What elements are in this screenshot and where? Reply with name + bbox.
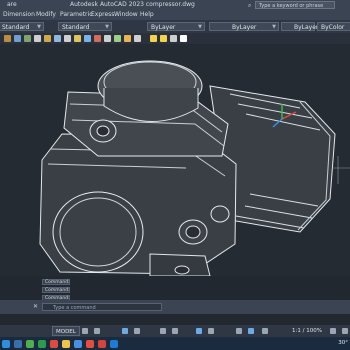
menu-item-modify[interactable]: Modify — [36, 10, 56, 20]
tool-icon[interactable] — [14, 35, 21, 42]
dim-style-value: Standard — [62, 24, 90, 31]
tools-toolbar — [0, 33, 350, 44]
search-input[interactable]: ⌕ Type a keyword or phrase — [248, 1, 335, 9]
tool-icon[interactable] — [84, 35, 91, 42]
osnap-icon[interactable] — [160, 328, 166, 334]
tool-icon[interactable] — [54, 35, 61, 42]
snap-icon[interactable] — [94, 328, 100, 334]
menu-item-help[interactable]: Help — [140, 10, 154, 20]
ortho-icon[interactable] — [122, 328, 128, 334]
lightbulb-icon[interactable] — [150, 35, 157, 42]
menu-item-dimension[interactable]: Dimension — [3, 10, 35, 20]
drawing-canvas[interactable] — [0, 44, 350, 277]
otrack-icon[interactable] — [172, 328, 178, 334]
lock-icon[interactable] — [170, 35, 177, 42]
text-style-value: Standard — [2, 24, 30, 31]
annotation-icon[interactable] — [262, 328, 268, 334]
window-title: Autodesk AutoCAD 2023 compressor.dwg — [70, 1, 195, 8]
app-icon[interactable] — [110, 340, 118, 348]
close-icon[interactable]: ✕ — [33, 303, 38, 310]
grid-icon[interactable] — [82, 328, 88, 334]
layer-dropdown[interactable]: ByLayer ▼ — [147, 22, 205, 31]
linetype-value: ByLayer — [294, 24, 319, 31]
chevron-down-icon: ▼ — [105, 24, 109, 30]
weather-temp[interactable]: 30° — [338, 337, 348, 350]
command-history-line: Command: — [42, 279, 70, 285]
app-name-fragment: are — [7, 1, 17, 8]
command-line-bar: ✕ Type a command — [0, 300, 350, 314]
tool-icon[interactable] — [24, 35, 31, 42]
tool-icon[interactable] — [94, 35, 101, 42]
lineweight-value: ByColor — [321, 24, 345, 31]
color-dropdown[interactable]: ByLayer ▼ — [209, 22, 279, 31]
tool-icon[interactable] — [44, 35, 51, 42]
menu-item-window[interactable]: Window — [114, 10, 138, 20]
layer-value: ByLayer — [151, 24, 176, 31]
properties-bar: Standard ▼ Standard ▼ ByLayer ▼ ByLayer … — [0, 20, 350, 33]
dim-style-dropdown[interactable]: Standard ▼ — [58, 22, 112, 31]
folder-icon[interactable] — [62, 340, 70, 348]
sun-icon[interactable] — [160, 35, 167, 42]
tool-icon[interactable] — [34, 35, 41, 42]
menu-item-express[interactable]: Express — [91, 10, 114, 20]
app-icon[interactable] — [26, 340, 34, 348]
color-value: ByLayer — [232, 24, 257, 31]
linetype-dropdown[interactable]: ByLayer — [281, 22, 319, 31]
crosshair-cursor — [332, 156, 350, 184]
search-icon[interactable]: ⌕ — [248, 2, 251, 10]
command-placeholder: Type a command — [53, 305, 96, 311]
text-style-dropdown[interactable]: Standard ▼ — [0, 22, 44, 31]
lineweight-icon[interactable] — [196, 328, 202, 334]
tool-icon[interactable] — [64, 35, 71, 42]
lineweight-dropdown[interactable]: ByColor — [317, 22, 350, 31]
compressor-model-drawing — [39, 60, 350, 277]
command-history-line: Command: — [42, 287, 70, 293]
chrome-icon[interactable] — [86, 340, 94, 348]
search-placeholder: Type a keyword or phrase — [259, 3, 324, 9]
layer-properties-icon[interactable] — [4, 35, 11, 42]
settings-icon[interactable] — [330, 328, 336, 334]
transparency-icon[interactable] — [208, 328, 214, 334]
whatsapp-icon[interactable] — [38, 340, 46, 348]
autocad-icon[interactable] — [98, 340, 106, 348]
start-icon[interactable] — [2, 340, 10, 348]
title-bar: are Autodesk AutoCAD 2023 compressor.dwg… — [0, 0, 350, 10]
gizmo-icon[interactable] — [248, 328, 254, 334]
layer-color-swatch-icon[interactable] — [180, 35, 187, 42]
edge-icon[interactable] — [74, 340, 82, 348]
menu-item-parametric[interactable]: Parametric — [60, 10, 93, 20]
status-bar: MODEL 1:1 / 100% — [0, 325, 350, 337]
polar-icon[interactable] — [134, 328, 140, 334]
chevron-down-icon: ▼ — [198, 24, 202, 30]
bolt-boss — [210, 205, 230, 223]
tool-icon[interactable] — [104, 35, 111, 42]
menu-icon[interactable] — [342, 328, 348, 334]
tool-icon[interactable] — [124, 35, 131, 42]
tool-icon[interactable] — [134, 35, 141, 42]
app-icon[interactable] — [50, 340, 58, 348]
scale-readout[interactable]: 1:1 / 100% — [292, 325, 322, 337]
taskview-icon[interactable] — [14, 340, 22, 348]
chevron-down-icon: ▼ — [272, 24, 276, 30]
selection-icon[interactable] — [236, 328, 242, 334]
os-taskbar: 30° — [0, 337, 350, 350]
tool-icon[interactable] — [74, 35, 81, 42]
model-tab[interactable]: MODEL — [52, 326, 80, 336]
command-input[interactable]: Type a command — [42, 303, 162, 311]
front-disc — [52, 191, 144, 273]
chevron-down-icon: ▼ — [37, 24, 41, 30]
menu-bar: Dimension Modify Parametric Express Wind… — [0, 10, 350, 20]
tool-icon[interactable] — [114, 35, 121, 42]
